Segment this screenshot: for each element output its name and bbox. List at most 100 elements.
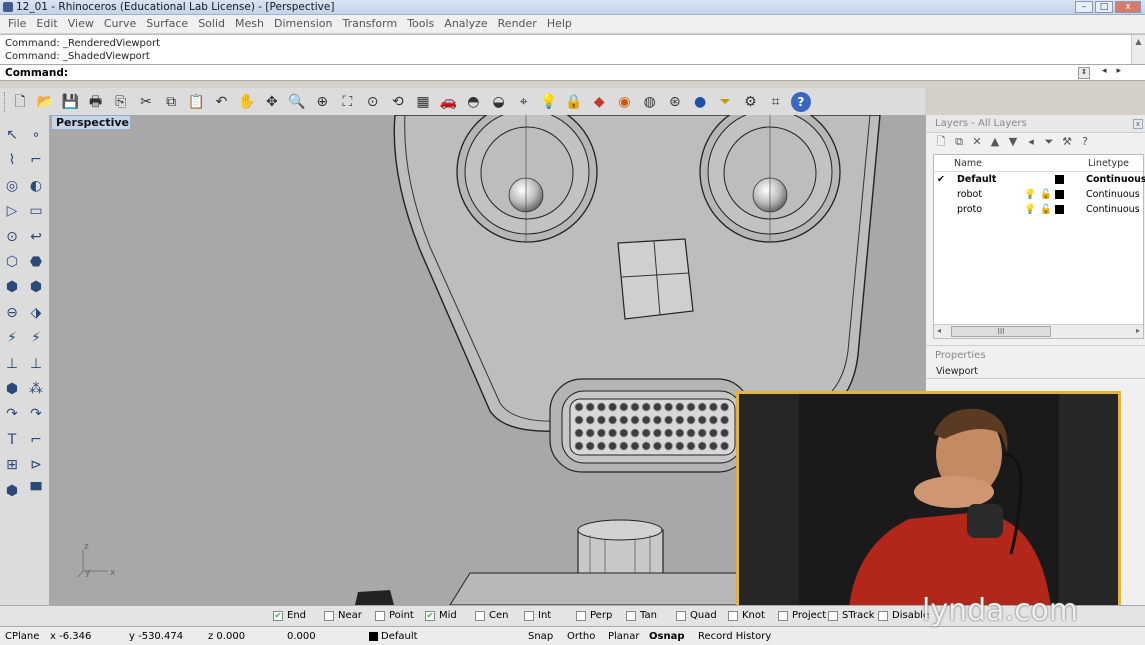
zoom-icon[interactable]: 🔍 — [287, 92, 307, 112]
zoom-window-icon[interactable]: ⊕ — [312, 92, 332, 112]
column-header-name[interactable]: Name — [954, 158, 982, 169]
select-icon[interactable]: ↖ — [2, 125, 22, 145]
menu-help[interactable]: Help — [542, 15, 577, 33]
scroll-right-icon[interactable]: ▸ — [1136, 326, 1140, 335]
line-tools-icon[interactable]: ▭ — [26, 201, 46, 221]
osnap-checkbox[interactable] — [626, 611, 636, 621]
cylinder-icon[interactable]: ⊖ — [2, 303, 22, 323]
pan-icon[interactable]: ✋ — [237, 92, 257, 112]
sphere-wire-icon[interactable]: ⊛ — [665, 92, 685, 112]
layer-color-swatch[interactable] — [1055, 190, 1064, 199]
box-icon[interactable]: ⬢ — [2, 277, 22, 297]
save-icon[interactable]: 💾 — [60, 92, 80, 112]
osnap-tan[interactable]: Tan — [626, 610, 657, 622]
osnap-perp[interactable]: Perp — [576, 610, 612, 622]
gear-icon[interactable]: ⚙ — [740, 92, 760, 112]
layer-icon[interactable]: ◆ — [589, 92, 609, 112]
move-down-icon[interactable]: ▼ — [1007, 135, 1019, 149]
osnap-project[interactable]: Project — [778, 610, 826, 622]
osnap-point[interactable]: Point — [375, 610, 414, 622]
menu-dimension[interactable]: Dimension — [269, 15, 337, 33]
osnap-checkbox[interactable] — [324, 611, 334, 621]
layer-name[interactable]: Default — [957, 173, 996, 186]
unlock-icon[interactable]: 🔓 — [1040, 188, 1052, 201]
grid-snap-icon[interactable]: ⊞ — [2, 455, 22, 475]
menu-solid[interactable]: Solid — [193, 15, 230, 33]
lightbulb-icon[interactable]: 💡 — [1024, 203, 1036, 216]
column-header-linetype[interactable]: Linetype — [1088, 158, 1129, 169]
osnap-toggle[interactable]: Osnap — [649, 630, 684, 643]
sphere-shaded-icon[interactable]: ◍ — [640, 92, 660, 112]
select-points-icon[interactable]: ⌖ — [514, 92, 534, 112]
command-scroll-arrows[interactable]: ◂▸ — [1102, 66, 1131, 76]
cut-icon[interactable]: ✂ — [136, 92, 156, 112]
layer-row-robot[interactable]: robot 💡 🔓 Continuous — [934, 187, 1143, 202]
dimension-icon[interactable]: ⌐ — [26, 430, 46, 450]
osnap-checkbox[interactable] — [778, 611, 788, 621]
arc-icon[interactable]: ◐ — [26, 176, 46, 196]
record-history-toggle[interactable]: Record History — [698, 630, 771, 643]
text-icon[interactable]: T — [2, 430, 22, 450]
menu-view[interactable]: View — [63, 15, 99, 33]
rotate-icon[interactable]: ↷ — [2, 404, 22, 424]
new-icon[interactable]: 🗋 — [10, 92, 30, 112]
viewport-title-tab[interactable]: Perspective — [51, 115, 131, 130]
render-icon[interactable]: ⬢ — [2, 481, 22, 501]
transform-icon[interactable]: ⊥ — [2, 354, 22, 374]
lock-icon[interactable]: 🔒 — [564, 92, 584, 112]
osnap-knot[interactable]: Knot — [728, 610, 765, 622]
new-layer-icon[interactable]: 🗋 — [935, 135, 947, 149]
show-icon[interactable]: ◒ — [489, 92, 509, 112]
maximize-button[interactable]: □ — [1095, 1, 1113, 13]
scroll-thumb[interactable]: III — [951, 326, 1051, 337]
osnap-checkbox[interactable] — [728, 611, 738, 621]
copy-icon[interactable]: ⧉ — [161, 92, 181, 112]
osnap-checkbox[interactable] — [676, 611, 686, 621]
zoom-extents-icon[interactable]: ⛶ — [337, 92, 357, 112]
polygon-icon[interactable]: ⊙ — [2, 227, 22, 247]
snap-icon[interactable]: ⌗ — [766, 92, 786, 112]
sphere-icon[interactable]: ⬢ — [26, 277, 46, 297]
layer-color-swatch[interactable] — [1055, 205, 1064, 214]
scroll-left-icon[interactable]: ◂ — [937, 326, 941, 335]
osnap-checkbox[interactable] — [475, 611, 485, 621]
print-icon[interactable]: 🖶 — [86, 92, 106, 112]
properties-section-viewport[interactable]: Viewport — [926, 365, 1145, 379]
split-icon[interactable]: ⊳ — [26, 455, 46, 475]
boolean-icon[interactable]: ⚡ — [2, 328, 22, 348]
paste-icon[interactable]: 📋 — [186, 92, 206, 112]
menu-mesh[interactable]: Mesh — [230, 15, 269, 33]
viewports-icon[interactable]: ▦ — [413, 92, 433, 112]
planar-toggle[interactable]: Planar — [608, 630, 640, 643]
surface-corner-icon[interactable]: ⬡ — [2, 252, 22, 272]
menu-edit[interactable]: Edit — [31, 15, 62, 33]
polyline-icon[interactable]: ⌇ — [2, 150, 22, 170]
menu-curve[interactable]: Curve — [99, 15, 141, 33]
move-parent-icon[interactable]: ◂ — [1025, 135, 1037, 149]
color-wheel-icon[interactable]: ◉ — [615, 92, 635, 112]
panel-close-icon[interactable]: x — [1133, 119, 1143, 129]
array-icon[interactable]: ⊥ — [26, 354, 46, 374]
new-sublayer-icon[interactable]: ⧉ — [953, 135, 965, 149]
layer-linetype[interactable]: Continuous — [1086, 203, 1140, 216]
menu-tools[interactable]: Tools — [402, 15, 439, 33]
light-icon[interactable]: 💡 — [539, 92, 559, 112]
command-history-scrollbar[interactable]: ▲ — [1131, 35, 1145, 65]
help-icon[interactable]: ? — [790, 91, 811, 112]
open-icon[interactable]: 📂 — [35, 92, 55, 112]
osnap-mid[interactable]: ✔ Mid — [425, 610, 457, 622]
layers-hscrollbar[interactable]: ◂ III ▸ — [934, 324, 1143, 338]
layer-row-proto[interactable]: proto 💡 🔓 Continuous — [934, 202, 1143, 217]
rectangle-icon[interactable]: ⌐ — [26, 150, 46, 170]
snap-toggle[interactable]: Snap — [528, 630, 553, 643]
mesh-icon[interactable]: ⚡ — [26, 328, 46, 348]
hide-icon[interactable]: ◓ — [463, 92, 483, 112]
osnap-checkbox[interactable]: ✔ — [273, 611, 283, 621]
undo-icon[interactable]: ↶ — [212, 92, 232, 112]
menu-analyze[interactable]: Analyze — [439, 15, 492, 33]
tools-icon[interactable]: ⚒ — [1061, 135, 1073, 149]
layer-name[interactable]: robot — [957, 188, 982, 201]
move-up-icon[interactable]: ▲ — [989, 135, 1001, 149]
lightbulb-icon[interactable]: 💡 — [1024, 188, 1036, 201]
osnap-quad[interactable]: Quad — [676, 610, 717, 622]
